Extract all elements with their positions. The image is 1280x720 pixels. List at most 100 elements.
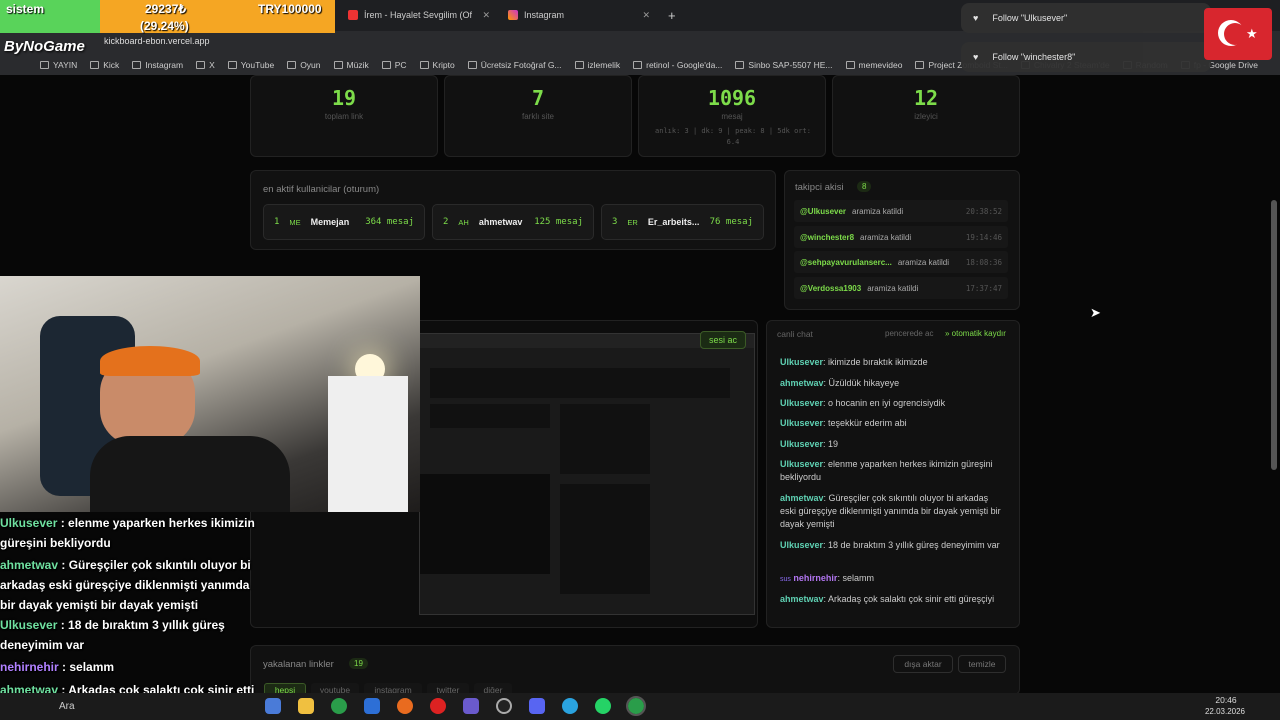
tab-music[interactable]: İrem - Hayalet Sevgilim (Of ✕	[340, 3, 498, 27]
stat-value: 12	[913, 86, 939, 110]
chat-message: ahmetwav: Üzüldük hikayeye	[780, 378, 900, 388]
bookmark-label: PC	[394, 60, 407, 70]
stat-card-sites: 7 farklı site	[444, 75, 632, 157]
tab-instagram[interactable]: Instagram ✕	[500, 3, 658, 27]
bookmark-label: Müzik	[346, 60, 369, 70]
url-field[interactable]: kickboard-ebon.vercel.app	[104, 36, 210, 46]
file-explorer-icon[interactable]	[298, 698, 314, 714]
bookmark-item[interactable]: retinol - Google'da...	[633, 60, 722, 70]
tab-label: İrem - Hayalet Sevgilim (Of	[364, 10, 473, 20]
stat-label: toplam link	[324, 112, 364, 121]
chat-message: Ulkusever: elenme yaparken herkes ikimiz…	[780, 459, 993, 482]
follower-row: @sehpayavurulanserc... aramiza katildi 18:…	[794, 251, 1008, 273]
stat-card-messages: 1096 mesaj anlık: 3 | dk: 9 | peak: 8 | …	[638, 75, 826, 157]
folder-icon	[196, 61, 206, 69]
bookmark-item[interactable]: Instagram	[132, 60, 183, 70]
chat-message: ahmetwav: Arkadaş çok salaktı çok sinir …	[780, 594, 995, 604]
bookmark-item[interactable]: izlemelik	[574, 60, 620, 70]
chat-message: Ulkusever: o hocanin en iyi ogrencisiydi…	[780, 398, 946, 408]
bookmark-label: YouTube	[240, 60, 275, 70]
sound-toggle-button[interactable]: sesi ac	[700, 331, 747, 349]
bookmark-item[interactable]: PC	[381, 60, 407, 70]
user-count: 76 mesaj	[709, 217, 753, 227]
chrome-active-icon[interactable]	[626, 696, 646, 716]
user-name: ahmetwav	[478, 217, 523, 227]
notification-text: Follow "Ulkusever"	[992, 13, 1068, 23]
discord-icon[interactable]	[529, 698, 545, 714]
turkey-flag-icon: ★	[1204, 8, 1272, 60]
mail-icon[interactable]	[364, 698, 380, 714]
bookmark-item[interactable]: YAYIN	[40, 60, 77, 70]
panel-title: canli chat	[777, 329, 813, 339]
follower-count-badge: 8	[857, 181, 872, 192]
heart-icon: ♥	[973, 13, 979, 23]
taskbar-search[interactable]: Ara	[59, 701, 75, 712]
chat-message: Ulkusever: 18 de bıraktım 3 yıllık güreş…	[780, 540, 1000, 550]
bookmark-item[interactable]: Kripto	[419, 60, 455, 70]
close-icon[interactable]: ✕	[482, 10, 490, 21]
user-rank: 2	[443, 217, 449, 227]
active-user-2[interactable]: 2 AH ahmetwav 125 mesaj	[432, 204, 594, 240]
avatar: ER	[627, 217, 638, 227]
folder-icon	[287, 61, 297, 69]
folder-icon	[227, 61, 237, 69]
clear-button[interactable]: temizle	[958, 655, 1006, 673]
follow-notification: ♥ Follow "Ulkusever"	[961, 3, 1211, 33]
close-icon[interactable]: ✕	[642, 10, 650, 21]
chat-message: Ulkusever: teşekkür ederim abi	[780, 418, 907, 428]
goal-bar: sistem 29237₺ (29.24%) TRY100000	[0, 0, 335, 33]
stat-label: izleyici	[914, 112, 938, 121]
export-button[interactable]: dışa aktar	[893, 655, 953, 673]
opera-icon[interactable]	[430, 698, 446, 714]
folder-icon	[845, 61, 855, 69]
stat-label: mesaj	[721, 112, 743, 121]
bookmark-item[interactable]: Ücretsiz Fotoğraf G...	[467, 60, 562, 70]
links-count-badge: 19	[349, 658, 368, 669]
panel-title: takipci akisi	[795, 182, 844, 193]
folder-icon	[381, 61, 391, 69]
folder-icon	[419, 61, 429, 69]
bookmark-item[interactable]: Sinbo SAP-5507 HE...	[735, 60, 833, 70]
bookmark-item[interactable]: X	[196, 60, 215, 70]
stat-value: 19	[331, 86, 357, 110]
obs-icon[interactable]	[496, 698, 512, 714]
bookmark-label: X	[209, 60, 215, 70]
heart-icon: ♥	[973, 52, 979, 62]
stat-card-viewers: 12 izleyici	[832, 75, 1020, 157]
firefox-icon[interactable]	[397, 698, 413, 714]
active-user-1[interactable]: 1 ME Memejan 364 mesaj	[263, 204, 425, 240]
clock-time: 20:46	[1215, 695, 1237, 705]
autoscroll-toggle[interactable]: » otomatik kaydır	[945, 329, 1006, 338]
overlay-chat-message: ahmetwav : Güreşçiler çok sıkıntılı oluy…	[0, 558, 251, 612]
app-icon[interactable]	[463, 698, 479, 714]
bookmark-item[interactable]: memevideo	[845, 60, 902, 70]
chat-message: ahmetwav: Güreşçiler çok sıkıntılı oluyo…	[780, 493, 1001, 529]
popout-button[interactable]: pencerede ac	[885, 329, 933, 338]
overlay-chat-message: nehirnehir : selamm	[0, 660, 115, 674]
stat-card-links: 19 toplam link	[250, 75, 438, 157]
folder-icon	[915, 61, 925, 69]
telegram-icon[interactable]	[562, 698, 578, 714]
avatar: AH	[458, 217, 469, 227]
bookmark-item[interactable]: YouTube	[227, 60, 275, 70]
copilot-icon[interactable]	[265, 698, 281, 714]
new-tab-button[interactable]: +	[660, 3, 680, 27]
mouse-cursor-icon: ➤	[1090, 305, 1101, 320]
goal-target: TRY100000	[258, 2, 322, 16]
folder-icon	[467, 61, 477, 69]
active-user-3[interactable]: 3 ER Er_arbeits... 76 mesaj	[601, 204, 764, 240]
page-scrollbar[interactable]	[1271, 200, 1277, 470]
bookmark-item[interactable]: Oyun	[287, 60, 321, 70]
channel-logo: ByNoGame	[4, 38, 85, 55]
panel-title: en aktif kullanicilar (oturum)	[263, 184, 380, 195]
bookmark-item[interactable]: Müzik	[333, 60, 369, 70]
overlay-chat-message: Ulkusever : elenme yaparken herkes ikimi…	[0, 516, 255, 550]
follower-row: @Ulkusever aramiza katildi 20:38:52	[794, 200, 1008, 222]
chrome-icon[interactable]	[331, 698, 347, 714]
goal-amount: 29237₺	[145, 2, 187, 16]
bookmark-item[interactable]: Kick	[90, 60, 119, 70]
goal-percent: (29.24%)	[140, 19, 189, 33]
stat-value: 1096	[707, 86, 757, 110]
chat-message: Ulkusever: ikimizde bıraktık ikimizde	[780, 357, 928, 367]
whatsapp-icon[interactable]	[595, 698, 611, 714]
